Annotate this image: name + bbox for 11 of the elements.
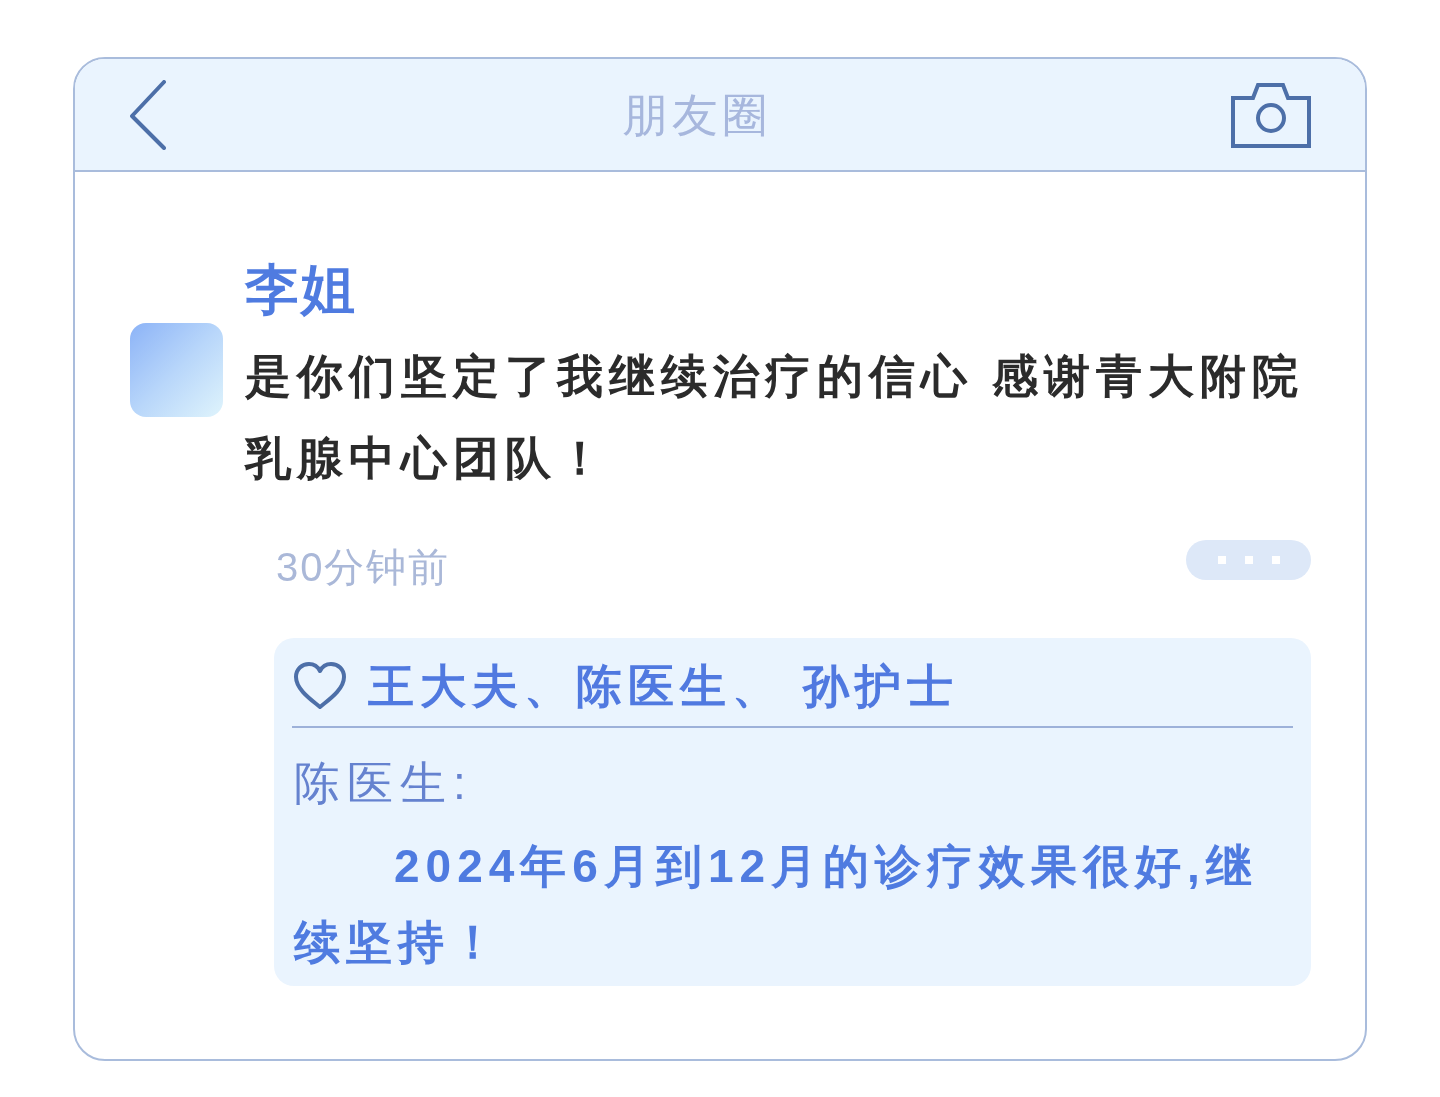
camera-icon[interactable]: [1231, 81, 1311, 148]
likes-names: 王大夫、陈医生、 孙护士: [368, 659, 959, 714]
back-icon[interactable]: [130, 79, 166, 150]
author-name[interactable]: 李姐: [245, 257, 357, 321]
comment-author[interactable]: 陈医生:: [294, 757, 473, 809]
comment-text: 2024年6月到12月的诊疗效果很好,继续坚持！: [294, 839, 1259, 970]
ellipsis-icon: [1217, 556, 1280, 564]
page-title: 朋友圈: [622, 87, 772, 143]
post-time: 30分钟前: [276, 544, 451, 591]
heart-icon[interactable]: [293, 662, 347, 710]
post-text: 是你们坚定了我继续治疗的信心 感谢青大附院乳腺中心团队！: [245, 349, 1305, 486]
